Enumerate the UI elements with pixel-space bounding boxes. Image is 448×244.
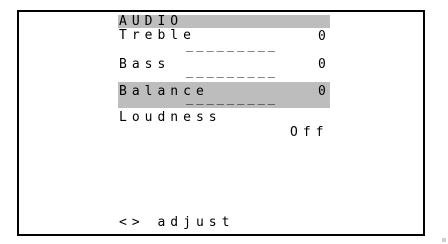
menu-item-treble-value: 0 <box>318 29 326 44</box>
treble-level-bar[interactable]: _________ <box>186 39 278 51</box>
menu-item-loudness-label[interactable]: Loudness <box>119 111 222 124</box>
menu-item-balance-value: 0 <box>318 84 326 99</box>
menu-item-treble-label[interactable]: Treble <box>119 29 196 42</box>
corner-mark <box>442 238 446 242</box>
bass-level-bar[interactable]: _________ <box>186 65 278 77</box>
menu-item-loudness-value: Off <box>290 125 329 140</box>
menu-item-bass-label[interactable]: Bass <box>119 58 170 71</box>
menu-item-bass-value: 0 <box>318 57 326 72</box>
menu-title: AUDIO <box>119 14 184 29</box>
osd-screen: AUDIO Treble 0 _________ Bass 0 ________… <box>0 0 448 244</box>
balance-level-bar[interactable]: _________ <box>186 92 278 104</box>
adjust-hint: <> adjust <box>119 215 235 230</box>
